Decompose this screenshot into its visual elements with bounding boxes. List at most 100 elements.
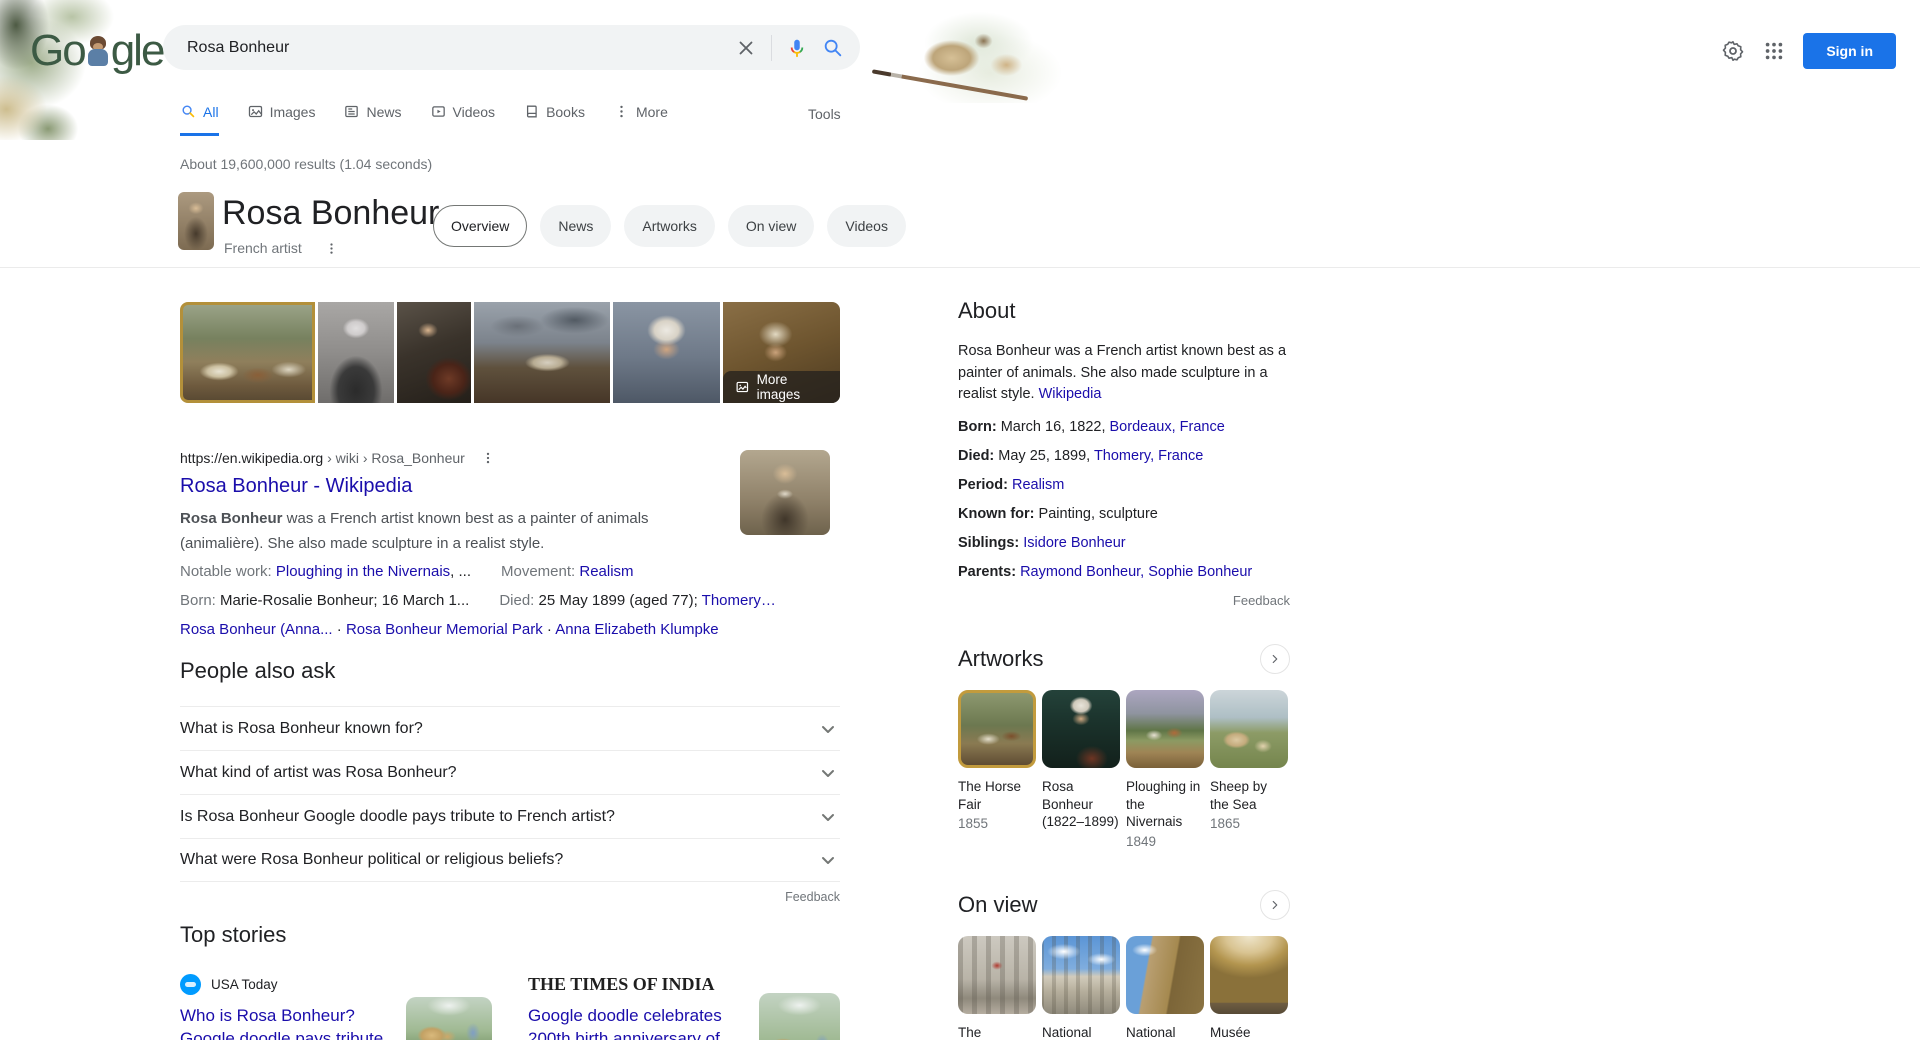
sign-in-button[interactable]: Sign in <box>1803 33 1896 69</box>
on-view-expand-button[interactable] <box>1260 890 1290 920</box>
pill-overview[interactable]: Overview <box>433 205 527 247</box>
died-place-link[interactable]: Thomery… <box>702 592 776 609</box>
pill-news[interactable]: News <box>540 205 611 247</box>
tab-all[interactable]: All <box>180 103 219 136</box>
artwork-card[interactable]: The Horse Fair 1855 <box>958 690 1036 849</box>
search-bar[interactable] <box>163 25 860 70</box>
search-bar-divider <box>771 35 772 61</box>
strip-image-horse-fair[interactable] <box>180 302 315 403</box>
on-view-heading: On view <box>958 892 1037 918</box>
chevron-right-icon <box>1268 898 1282 912</box>
about-description: Rosa Bonheur was a French artist known b… <box>958 341 1288 406</box>
museum-card[interactable]: The <box>958 936 1036 1040</box>
fact-known-for: Known for: Painting, sculpture <box>958 506 1290 523</box>
voice-search-icon[interactable] <box>786 37 808 59</box>
chevron-down-icon[interactable] <box>816 717 840 741</box>
strip-image-bw-portrait[interactable] <box>318 302 394 403</box>
tab-more[interactable]: More <box>613 103 668 136</box>
story-thumbnail[interactable] <box>406 997 492 1040</box>
story-source: THE TIMES OF INDIA <box>528 974 715 995</box>
entity-subtitle: French artist <box>224 240 302 256</box>
videos-tab-icon <box>430 103 447 120</box>
result-meta-line-2: Born: Marie-Rosalie Bonheur; 16 March 1.… <box>180 587 780 614</box>
tools-button[interactable]: Tools <box>808 106 841 122</box>
strip-image-portrait-painting[interactable] <box>397 302 471 403</box>
artwork-card[interactable]: Rosa Bonheur (1822–1899) <box>1042 690 1120 849</box>
pill-artworks[interactable]: Artworks <box>624 205 714 247</box>
tab-books[interactable]: Books <box>523 103 585 136</box>
parents-link[interactable]: Raymond Bonheur, Sophie Bonheur <box>1020 564 1252 580</box>
museum-card[interactable]: National <box>1042 936 1120 1040</box>
images-tab-icon <box>247 103 264 120</box>
tab-images[interactable]: Images <box>247 103 316 136</box>
chevron-down-icon[interactable] <box>816 805 840 829</box>
search-input[interactable] <box>187 39 735 57</box>
museum-card[interactable]: Musée <box>1210 936 1288 1040</box>
paa-heading: People also ask <box>180 658 840 684</box>
museum-image-met <box>958 936 1036 1014</box>
notable-work-link[interactable]: Ploughing in the Nivernais <box>276 563 450 580</box>
about-heading: About <box>958 298 1290 324</box>
results-stats: About 19,600,000 results (1.04 seconds) <box>180 156 432 172</box>
strip-image-ploughing[interactable] <box>474 302 610 403</box>
chevron-down-icon[interactable] <box>816 761 840 785</box>
google-doodle-logo[interactable]: Go gle <box>30 26 163 76</box>
paa-question-row[interactable]: Is Rosa Bonheur Google doodle pays tribu… <box>180 794 840 838</box>
result-options-icon[interactable] <box>481 451 495 465</box>
result-title-link[interactable]: Rosa Bonheur - Wikipedia <box>180 475 412 498</box>
paa-feedback-link[interactable]: Feedback <box>785 890 840 904</box>
museum-image-national-museum <box>1126 936 1204 1014</box>
search-submit-icon[interactable] <box>822 37 844 59</box>
artwork-card[interactable]: Ploughing in the Nivernais 1849 <box>1126 690 1204 849</box>
pill-videos[interactable]: Videos <box>827 205 906 247</box>
result-meta-line-1: Notable work: Ploughing in the Nivernais… <box>180 558 780 585</box>
wikipedia-link[interactable]: Wikipedia <box>1039 386 1102 402</box>
artworks-section: Artworks The Horse Fair 1855 Rosa Bonheu… <box>958 644 1290 849</box>
strip-image-last[interactable]: More images <box>723 302 840 403</box>
on-view-section: On view The National National Musée <box>958 890 1290 1040</box>
born-place-link[interactable]: Bordeaux, France <box>1110 419 1225 435</box>
artworks-heading: Artworks <box>958 646 1044 672</box>
story-headline-link[interactable]: Google doodle celebrates 200th birth ann… <box>528 1004 743 1040</box>
museum-card[interactable]: National <box>1126 936 1204 1040</box>
siblings-link[interactable]: Isidore Bonheur <box>1023 535 1125 551</box>
result-url[interactable]: https://en.wikipedia.org › wiki › Rosa_B… <box>180 450 465 466</box>
entity-avatar[interactable] <box>178 192 214 250</box>
search-tab-icon <box>180 103 197 120</box>
settings-gear-icon[interactable] <box>1721 39 1745 63</box>
entity-image-strip: More images <box>180 302 840 403</box>
period-link[interactable]: Realism <box>1012 477 1064 493</box>
more-images-button[interactable]: More images <box>723 371 840 403</box>
artwork-card[interactable]: Sheep by the Sea 1865 <box>1210 690 1288 849</box>
related-link-1[interactable]: Rosa Bonheur (Anna... <box>180 621 333 638</box>
result-thumbnail[interactable] <box>740 450 830 535</box>
more-dots-icon <box>613 103 630 120</box>
died-place-link[interactable]: Thomery, France <box>1094 448 1203 464</box>
pill-on-view[interactable]: On view <box>728 205 815 247</box>
related-link-2[interactable]: Rosa Bonheur Memorial Park <box>346 621 543 638</box>
story-card[interactable]: USA Today Who is Rosa Bonheur? Google do… <box>180 974 492 1040</box>
tab-videos[interactable]: Videos <box>430 103 496 136</box>
story-thumbnail[interactable] <box>759 993 840 1040</box>
kp-feedback-link[interactable]: Feedback <box>1233 593 1290 608</box>
strip-image-elder-portrait[interactable] <box>613 302 720 403</box>
result-meta-line-3: Rosa Bonheur (Anna... · Rosa Bonheur Mem… <box>180 616 780 643</box>
chevron-right-icon <box>1268 652 1282 666</box>
google-apps-grid-icon[interactable] <box>1763 40 1785 62</box>
paa-question-row[interactable]: What is Rosa Bonheur known for? <box>180 706 840 750</box>
usa-today-logo <box>180 974 201 995</box>
story-headline-link[interactable]: Who is Rosa Bonheur? Google doodle pays … <box>180 1004 395 1040</box>
story-card[interactable]: THE TIMES OF INDIA Google doodle celebra… <box>528 974 840 1040</box>
doodle-figure-icon <box>87 34 109 68</box>
tab-news[interactable]: News <box>343 103 401 136</box>
artworks-expand-button[interactable] <box>1260 644 1290 674</box>
paa-question-row[interactable]: What were Rosa Bonheur political or reli… <box>180 838 840 882</box>
chevron-down-icon[interactable] <box>816 848 840 872</box>
entity-more-icon[interactable] <box>324 241 339 256</box>
related-link-3[interactable]: Anna Elizabeth Klumpke <box>555 621 718 638</box>
fact-parents: Parents: Raymond Bonheur, Sophie Bonheur <box>958 564 1290 581</box>
movement-link[interactable]: Realism <box>579 563 633 580</box>
clear-search-icon[interactable] <box>735 37 757 59</box>
paa-question-row[interactable]: What kind of artist was Rosa Bonheur? <box>180 750 840 794</box>
result-snippet: Rosa Bonheur was a French artist known b… <box>180 506 736 556</box>
